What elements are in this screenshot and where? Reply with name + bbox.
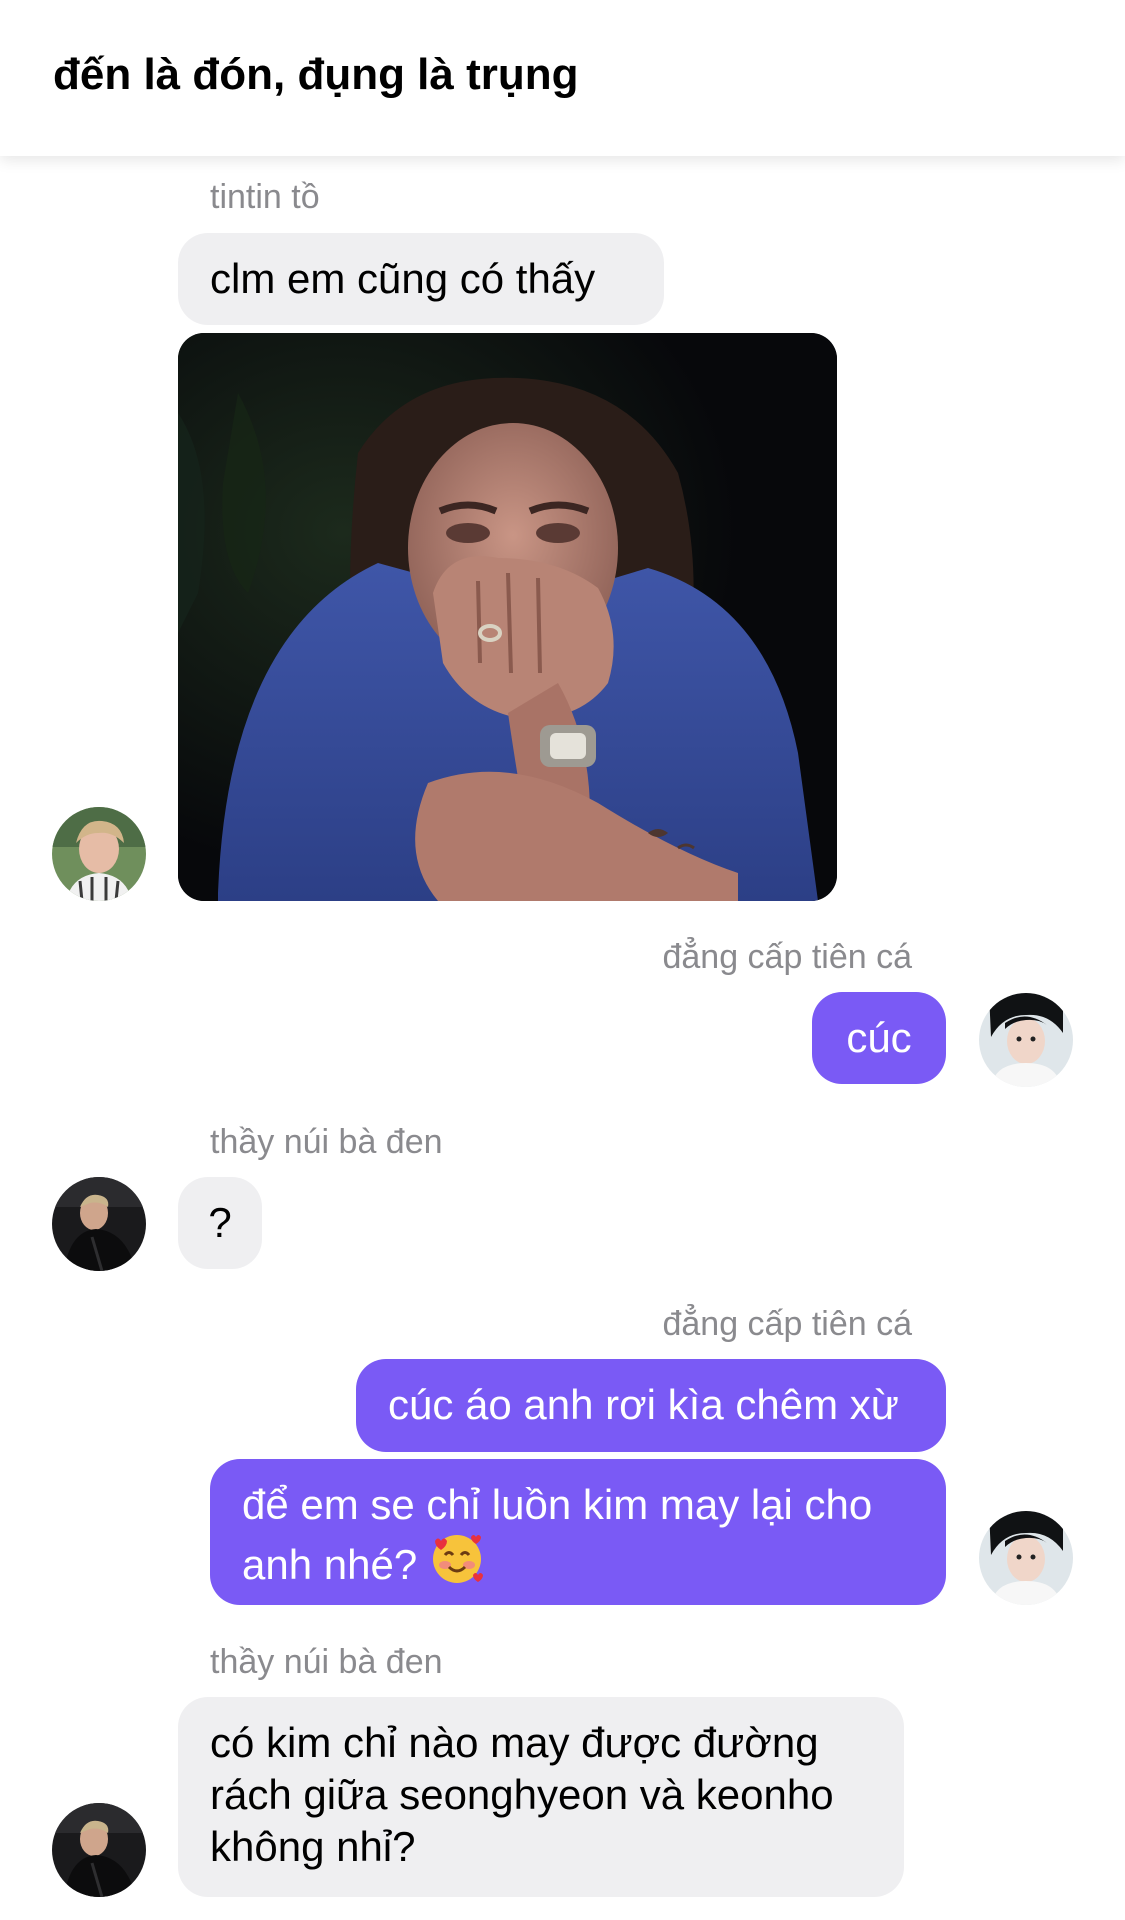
avatar-image xyxy=(979,993,1073,1087)
avatar-image xyxy=(52,1803,146,1897)
message-bubble[interactable]: có kim chỉ nào may được đường rách giữa … xyxy=(178,1697,904,1897)
message-line: để em se chỉ luồn kim may lại cho xyxy=(242,1481,873,1528)
avatar-dang-cap-tien-ca[interactable] xyxy=(979,993,1073,1087)
avatar-tintin[interactable] xyxy=(52,807,146,901)
message-bubble[interactable]: cúc áo anh rơi kìa chêm xừ xyxy=(356,1359,946,1452)
sender-name: đẳng cấp tiên cá xyxy=(662,938,912,976)
message-bubble[interactable]: ? xyxy=(178,1177,262,1269)
smiling-face-with-hearts-icon xyxy=(429,1531,485,1599)
message-bubble[interactable]: clm em cũng có thấy xyxy=(178,233,664,325)
photo-man-covering-mouth-image xyxy=(178,333,837,901)
chat-header: đến là đón, đụng là trụng xyxy=(0,0,1125,156)
avatar-dang-cap-tien-ca[interactable] xyxy=(979,1511,1073,1605)
message-bubble[interactable]: để em se chỉ luồn kim may lại cho anh nh… xyxy=(210,1459,946,1605)
message-bubble[interactable]: cúc xyxy=(812,992,946,1084)
message-line: không nhỉ? xyxy=(210,1823,416,1870)
avatar-thay-nui-ba-den[interactable] xyxy=(52,1803,146,1897)
avatar-thay-nui-ba-den[interactable] xyxy=(52,1177,146,1271)
avatar-image xyxy=(979,1511,1073,1605)
photo-attachment[interactable] xyxy=(178,333,837,901)
chat-title[interactable]: đến là đón, đụng là trụng xyxy=(53,50,579,100)
chat-screen: đến là đón, đụng là trụng tintin tồ clm … xyxy=(0,0,1125,1920)
message-line: rách giữa seonghyeon và keonho xyxy=(210,1771,834,1818)
message-line: anh nhé? xyxy=(242,1531,946,1599)
message-line-text: anh nhé? xyxy=(242,1541,429,1588)
avatar-image xyxy=(52,1177,146,1271)
sender-name: thầy núi bà đen xyxy=(210,1643,443,1681)
sender-name: tintin tồ xyxy=(210,178,320,216)
avatar-image xyxy=(52,807,146,901)
sender-name: thầy núi bà đen xyxy=(210,1123,443,1161)
message-line: có kim chỉ nào may được đường xyxy=(210,1719,819,1766)
sender-name: đẳng cấp tiên cá xyxy=(662,1305,912,1343)
